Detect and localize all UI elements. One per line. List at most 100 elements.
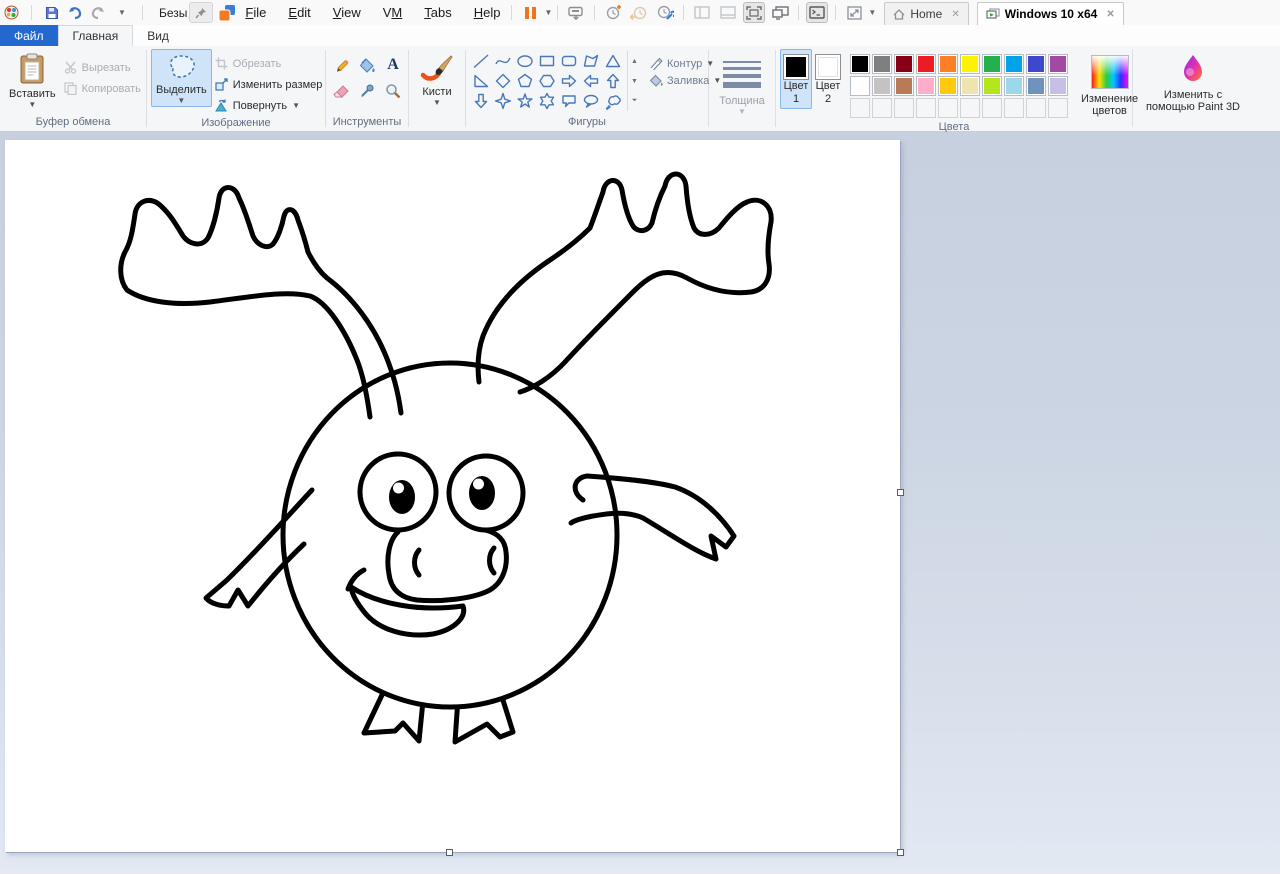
menu-vm[interactable]: VM xyxy=(383,5,403,20)
palette-empty-slot[interactable] xyxy=(1048,98,1068,118)
palette-empty-slot[interactable] xyxy=(850,98,870,118)
save-icon[interactable] xyxy=(44,5,60,21)
stretch-dropdown-icon[interactable]: ▼ xyxy=(868,8,876,17)
color1-button[interactable]: Цвет 1 xyxy=(780,49,812,109)
paint-canvas[interactable] xyxy=(5,140,900,852)
palette-color-ffc90e[interactable] xyxy=(938,76,958,96)
palette-color-000000[interactable] xyxy=(850,54,870,74)
palette-empty-slot[interactable] xyxy=(894,98,914,118)
palette-color-fff200[interactable] xyxy=(960,54,980,74)
close-tab-icon[interactable]: ✕ xyxy=(951,9,959,20)
paste-button[interactable]: Вставить ▼ xyxy=(4,49,61,111)
palette-color-ff7f27[interactable] xyxy=(938,54,958,74)
palette-color-c3c3c3[interactable] xyxy=(872,76,892,96)
thickness-button[interactable]: Толщина ▼ xyxy=(712,49,772,118)
shape-curve-icon[interactable] xyxy=(492,51,514,71)
vm-tab-windows10[interactable]: Windows 10 x64 ✕ xyxy=(977,2,1124,25)
shape-diamond-icon[interactable] xyxy=(492,71,514,91)
text-tool-icon[interactable]: A xyxy=(381,53,405,77)
console-icon[interactable] xyxy=(806,2,828,23)
palette-color-7f7f7f[interactable] xyxy=(872,54,892,74)
redo-icon[interactable] xyxy=(90,5,106,21)
pause-dropdown-icon[interactable]: ▼ xyxy=(544,8,552,17)
palette-color-7092be[interactable] xyxy=(1026,76,1046,96)
magnifier-tool-icon[interactable] xyxy=(381,79,405,103)
palette-empty-slot[interactable] xyxy=(960,98,980,118)
shapes-scroll-up-icon[interactable]: ▲ xyxy=(628,52,641,70)
palette-color-c8bfe7[interactable] xyxy=(1048,76,1068,96)
menu-file[interactable]: File xyxy=(245,5,266,20)
close-tab-icon[interactable]: ✕ xyxy=(1106,9,1114,20)
vm-tab-home[interactable]: Home ✕ xyxy=(884,2,968,25)
palette-color-a349a4[interactable] xyxy=(1048,54,1068,74)
canvas-resize-handle-corner[interactable] xyxy=(897,849,904,856)
palette-color-b5e61d[interactable] xyxy=(982,76,1002,96)
palette-color-b97a57[interactable] xyxy=(894,76,914,96)
fullscreen-icon[interactable] xyxy=(743,2,765,23)
palette-empty-slot[interactable] xyxy=(1026,98,1046,118)
ctrl-alt-del-icon[interactable] xyxy=(565,2,587,23)
rotate-button[interactable]: Повернуть ▼ xyxy=(212,95,326,116)
shape-arrow-right-icon[interactable] xyxy=(558,71,580,91)
palette-empty-slot[interactable] xyxy=(916,98,936,118)
cut-button[interactable]: Вырезать xyxy=(61,57,144,78)
revert-snapshot-icon[interactable] xyxy=(628,2,650,23)
menu-edit[interactable]: Edit xyxy=(288,5,310,20)
shape-arrow-up-icon[interactable] xyxy=(602,71,624,91)
palette-color-ffffff[interactable] xyxy=(850,76,870,96)
toolbar-pin-icon[interactable] xyxy=(189,2,213,23)
pencil-tool-icon[interactable] xyxy=(329,53,353,77)
shape-polygon-icon[interactable] xyxy=(580,51,602,71)
palette-color-00a2e8[interactable] xyxy=(1004,54,1024,74)
canvas-resize-handle-bottom[interactable] xyxy=(446,849,453,856)
show-library-icon[interactable] xyxy=(691,2,713,23)
color-picker-tool-icon[interactable] xyxy=(355,79,379,103)
show-thumbnail-bar-icon[interactable] xyxy=(717,2,739,23)
cycle-monitors-icon[interactable] xyxy=(769,2,791,23)
shape-right-triangle-icon[interactable] xyxy=(470,71,492,91)
shape-ellipse-icon[interactable] xyxy=(514,51,536,71)
menu-help[interactable]: Help xyxy=(474,5,501,20)
shape-callout-rect-icon[interactable] xyxy=(558,91,580,111)
palette-empty-slot[interactable] xyxy=(872,98,892,118)
undo-icon[interactable] xyxy=(67,5,83,21)
resize-button[interactable]: Изменить размер xyxy=(212,74,326,95)
free-stretch-icon[interactable] xyxy=(843,2,865,23)
crop-button[interactable]: Обрезать xyxy=(212,53,326,74)
tab-view[interactable]: Вид xyxy=(133,25,183,46)
palette-empty-slot[interactable] xyxy=(1004,98,1024,118)
palette-color-ffaec9[interactable] xyxy=(916,76,936,96)
take-snapshot-icon[interactable] xyxy=(602,2,624,23)
qat-customize-icon[interactable]: ▼ xyxy=(114,5,130,21)
palette-empty-slot[interactable] xyxy=(982,98,1002,118)
color2-button[interactable]: Цвет 2 xyxy=(812,49,844,109)
shapes-scroll-down-icon[interactable]: ▼ xyxy=(628,72,641,90)
shape-line-icon[interactable] xyxy=(470,51,492,71)
pause-vm-button[interactable] xyxy=(519,2,541,23)
shape-rect-icon[interactable] xyxy=(536,51,558,71)
tab-home[interactable]: Главная xyxy=(58,25,134,46)
menu-tabs[interactable]: Tabs xyxy=(424,5,451,20)
copy-button[interactable]: Копировать xyxy=(61,78,144,99)
eraser-tool-icon[interactable] xyxy=(329,79,353,103)
shape-arrow-left-icon[interactable] xyxy=(580,71,602,91)
shape-rounded-icon[interactable] xyxy=(558,51,580,71)
paint3d-button[interactable]: Изменить спомощью Paint 3D xyxy=(1141,49,1245,115)
shape-star6-icon[interactable] xyxy=(536,91,558,111)
shape-callout-oval-icon[interactable] xyxy=(580,91,602,111)
shape-hexagon-icon[interactable] xyxy=(536,71,558,91)
palette-color-880015[interactable] xyxy=(894,54,914,74)
shape-arrow-down-icon[interactable] xyxy=(470,91,492,111)
palette-color-ed1c24[interactable] xyxy=(916,54,936,74)
shapes-more-icon[interactable]: ⏷ xyxy=(628,92,641,110)
palette-color-22b14c[interactable] xyxy=(982,54,1002,74)
shape-star5-icon[interactable] xyxy=(514,91,536,111)
tab-file[interactable]: Файл xyxy=(0,25,58,46)
shape-triangle-icon[interactable] xyxy=(602,51,624,71)
brushes-button[interactable]: Кисти ▼ xyxy=(415,49,459,109)
shape-callout-cloud-icon[interactable] xyxy=(602,91,624,111)
shape-star4-icon[interactable] xyxy=(492,91,514,111)
palette-color-3f48cc[interactable] xyxy=(1026,54,1046,74)
palette-empty-slot[interactable] xyxy=(938,98,958,118)
canvas-resize-handle-right[interactable] xyxy=(897,489,904,496)
